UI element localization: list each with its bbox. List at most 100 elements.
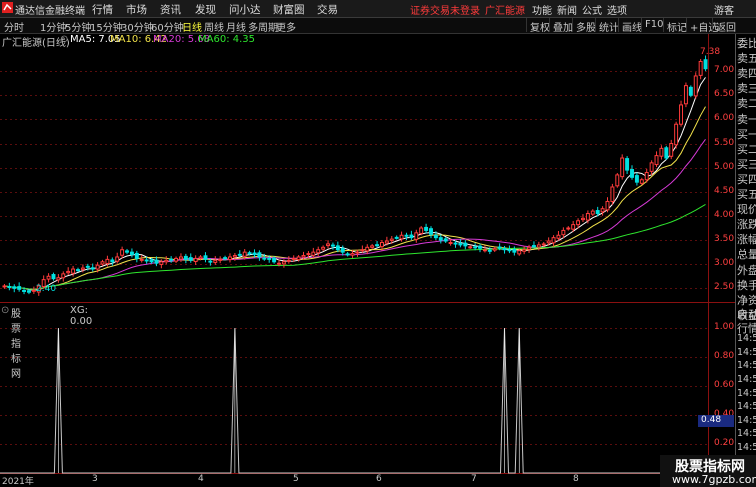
candle-body: [482, 249, 487, 252]
price-tick-label: 5.00: [714, 161, 735, 172]
candle-body: [409, 234, 414, 239]
candle-body: [576, 220, 581, 226]
candle-body: [291, 257, 296, 260]
candle-body: [31, 289, 36, 292]
tick-time-label: 14:56: [737, 414, 756, 426]
candle-body: [634, 175, 639, 183]
quote-field-label: 委比: [737, 37, 756, 50]
candle-body: [340, 248, 345, 253]
candle-body: [228, 256, 232, 261]
candle-body: [566, 227, 571, 230]
candle-body: [296, 256, 301, 261]
candle-body: [267, 257, 272, 260]
kline-chart[interactable]: [0, 0, 756, 487]
candle-body: [134, 252, 139, 259]
candle-body: [487, 249, 492, 252]
tick-time-label: 14:56: [737, 333, 756, 345]
candle-body: [703, 59, 708, 70]
tick-time-label: 14:56: [737, 387, 756, 399]
indicator-tick-label: 1.00: [714, 322, 735, 333]
candle-body: [223, 257, 228, 260]
candle-body: [350, 253, 355, 256]
candle-body: [76, 269, 80, 272]
tick-time-label: 14:56: [737, 360, 756, 372]
candle-body: [561, 229, 566, 236]
tick-time-label: 14:56: [737, 374, 756, 385]
candle-body: [100, 261, 105, 265]
candle-body: [497, 246, 502, 249]
candle-body: [419, 227, 424, 234]
tick-time-label: 14:56: [737, 346, 756, 358]
x-label-apr: 4: [198, 474, 204, 484]
candle-body: [679, 104, 684, 125]
candle-body: [277, 262, 281, 265]
candle-body: [644, 172, 649, 181]
candle-body: [174, 257, 179, 262]
price-tick-label: 4.00: [714, 209, 735, 220]
candle-body: [262, 257, 267, 260]
x-label-mar: 3: [92, 474, 98, 484]
candle-body: [478, 245, 482, 249]
candle-body: [600, 208, 605, 213]
candle-body: [330, 244, 335, 247]
quote-field-label: 涨跌: [737, 218, 756, 232]
high-annotation: 7.38: [700, 47, 721, 57]
candle-body: [527, 246, 532, 250]
candle-body: [531, 245, 536, 248]
candle-body: [674, 123, 679, 146]
candle-body: [252, 252, 257, 256]
quote-field-label: 卖四: [737, 67, 756, 81]
candle-body: [536, 244, 541, 248]
candle-body: [375, 244, 380, 247]
candle-body: [429, 228, 433, 235]
candle-body: [345, 253, 350, 256]
indicator-tick-label: 0.60: [714, 380, 735, 391]
quote-field-label: 卖五: [737, 52, 756, 66]
candle-body: [590, 210, 595, 215]
candle-body: [370, 245, 375, 248]
candle-body: [17, 286, 22, 290]
candle-body: [198, 256, 203, 259]
candle-body: [51, 274, 56, 280]
xg-signal-line: [0, 328, 708, 474]
candle-body: [129, 251, 134, 256]
ma10-line: [4, 106, 706, 290]
quote-field-label: 现价: [737, 203, 756, 217]
candle-body: [664, 147, 669, 159]
candle-body: [61, 273, 66, 279]
candle-body: [154, 259, 159, 264]
candle-body: [693, 75, 698, 97]
indicator-tick-label: 0.80: [714, 351, 735, 362]
watermark-url: www.7gpzb.com: [672, 473, 756, 486]
candle-body: [473, 246, 478, 249]
indicator-current-value: 0.48: [701, 415, 722, 425]
candle-body: [71, 268, 76, 274]
candle-body: [193, 257, 198, 263]
candle-body: [433, 234, 438, 239]
candle-body: [22, 289, 27, 292]
quote-field-label: 买四: [737, 172, 756, 186]
candle-body: [615, 174, 620, 187]
price-tick-label: 6.50: [714, 89, 735, 100]
candle-body: [247, 252, 252, 255]
x-label-year: 2021年: [2, 477, 34, 487]
candle-body: [683, 85, 688, 105]
candle-body: [183, 255, 188, 260]
candle-body: [365, 246, 370, 252]
x-label-may: 5: [293, 474, 299, 484]
tick-time-label: 14:56: [737, 428, 756, 440]
candle-body: [541, 243, 546, 246]
candle-body: [458, 242, 463, 246]
candle-body: [424, 226, 429, 231]
candle-body: [144, 259, 149, 262]
candle-body: [595, 210, 600, 215]
candle-body: [581, 217, 585, 221]
ma60-line: [4, 203, 706, 290]
quote-field-label: 总量: [737, 248, 756, 262]
candle-body: [125, 250, 129, 253]
tick-time-label: 14:56: [737, 401, 756, 413]
x-label-jun: 6: [376, 474, 382, 484]
candle-body: [654, 155, 659, 166]
quote-field-label: 换手: [737, 278, 756, 292]
candle-body: [80, 267, 85, 270]
